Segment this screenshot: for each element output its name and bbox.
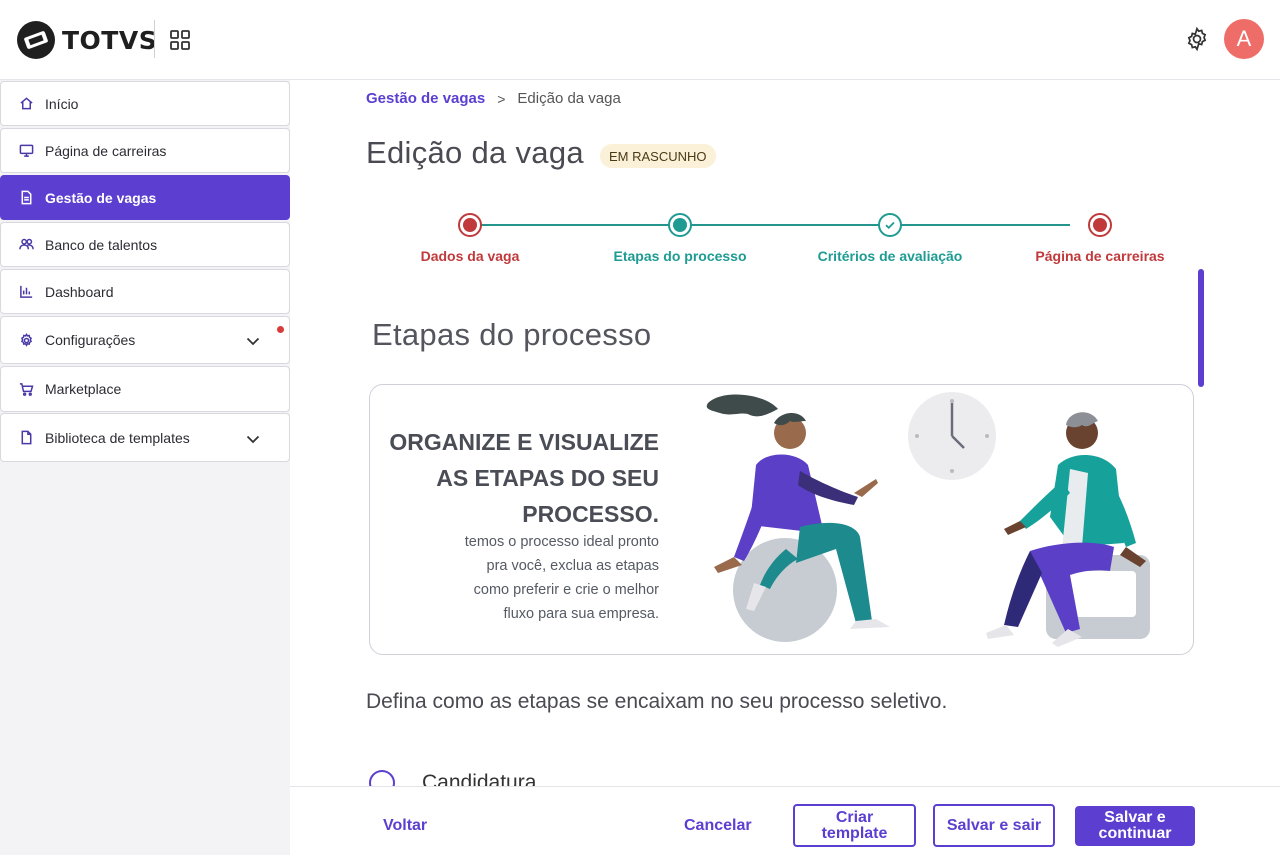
step-node-pagina-carreiras[interactable]	[1088, 213, 1112, 237]
status-badge: EM RASCUNHO	[600, 144, 716, 168]
people-conversation-illustration	[706, 392, 1150, 647]
sidebar-item-gestao-vagas[interactable]: Gestão de vagas	[0, 175, 290, 220]
step-node-criterios-avaliacao[interactable]	[878, 213, 902, 237]
step-label-etapas-processo[interactable]: Etapas do processo	[613, 248, 746, 264]
totvs-logo-mark-icon	[17, 21, 55, 59]
page-title: Edição da vaga	[366, 135, 584, 170]
sidebar-item-label: Marketplace	[45, 381, 122, 397]
sidebar-item-label: Início	[45, 95, 79, 112]
totvs-logo[interactable]: TOTVS	[16, 20, 157, 60]
info-banner: ORGANIZE E VISUALIZE AS ETAPAS DO SEU PR…	[369, 384, 1194, 655]
sidebar-item-label: Configurações	[45, 332, 136, 348]
step-label-dados-vaga[interactable]: Dados da vaga	[421, 248, 520, 264]
sidebar-item-inicio[interactable]: Início	[0, 81, 290, 126]
sidebar-item-banco-talentos[interactable]: Banco de talentos	[0, 222, 290, 267]
gear-icon	[18, 332, 34, 348]
sidebar-item-biblioteca-templates[interactable]: Biblioteca de templates	[0, 413, 290, 462]
sidebar-item-configuracoes[interactable]: Configurações	[0, 316, 290, 364]
stepper-line	[480, 224, 1070, 226]
settings-gear-icon[interactable]	[1184, 26, 1210, 52]
avatar[interactable]: A	[1224, 19, 1264, 59]
sidebar-item-label: Biblioteca de templates	[45, 429, 190, 446]
step-label-criterios-avaliacao[interactable]: Critérios de avaliação	[818, 248, 963, 264]
sidebar-item-label: Página de carreiras	[45, 142, 167, 159]
banner-text-line: temos o processo ideal pronto	[464, 534, 659, 550]
banner-text: temos o processo ideal pronto pra você, …	[370, 530, 659, 626]
sidebar-item-pagina-carreiras[interactable]: Página de carreiras	[0, 128, 290, 173]
banner-text-line: como preferir e crie o melhor	[473, 582, 659, 598]
check-icon	[885, 221, 895, 230]
monitor-icon	[18, 143, 34, 159]
home-icon	[18, 96, 34, 112]
chevron-down-icon[interactable]	[245, 333, 261, 349]
banner-text-line: pra você, exclua as etapas	[486, 558, 660, 574]
notification-dot	[277, 326, 284, 333]
cancel-button[interactable]: Cancelar	[684, 817, 752, 835]
scrollbar-thumb[interactable]	[1198, 269, 1204, 387]
save-exit-button[interactable]: Salvar e sair	[933, 804, 1055, 847]
current-dot	[673, 218, 687, 232]
bar-chart-icon	[18, 284, 34, 300]
divider	[154, 20, 155, 58]
section-title: Etapas do processo	[372, 317, 652, 352]
banner-heading-line: PROCESSO.	[522, 501, 659, 527]
people-icon	[18, 237, 34, 253]
stepper: Dados da vaga Etapas do processo Critéri…	[370, 208, 1200, 268]
create-template-button[interactable]: Criar template	[793, 804, 916, 847]
sidebar-item-label: Dashboard	[45, 283, 114, 300]
footer-action-bar: Voltar Cancelar Criar template Salvar e …	[290, 786, 1280, 855]
top-bar: TOTVS A	[0, 0, 1280, 80]
banner-heading: ORGANIZE E VISUALIZE AS ETAPAS DO SEU PR…	[370, 424, 659, 532]
back-button[interactable]: Voltar	[383, 817, 427, 835]
error-dot	[463, 218, 477, 232]
step-node-etapas-processo[interactable]	[668, 213, 692, 237]
breadcrumb-link-gestao-vagas[interactable]: Gestão de vagas	[366, 90, 485, 107]
cart-icon	[18, 381, 34, 397]
breadcrumb-current: Edição da vaga	[517, 90, 621, 107]
chevron-down-icon[interactable]	[245, 431, 261, 447]
sidebar: Início Página de carreiras Gestão de vag…	[0, 80, 290, 855]
sidebar-item-dashboard[interactable]: Dashboard	[0, 269, 290, 314]
section-description: Defina como as etapas se encaixam no seu…	[366, 690, 948, 713]
breadcrumb: Gestão de vagas > Edição da vaga	[366, 90, 621, 107]
step-node-dados-vaga[interactable]	[458, 213, 482, 237]
breadcrumb-separator: >	[497, 90, 506, 107]
sidebar-item-label: Banco de talentos	[45, 236, 158, 253]
error-dot	[1093, 218, 1107, 232]
apps-grid-icon[interactable]	[168, 28, 192, 52]
sidebar-item-marketplace[interactable]: Marketplace	[0, 366, 290, 412]
file-icon	[18, 430, 34, 446]
banner-text-line: fluxo para sua empresa.	[503, 606, 659, 622]
banner-heading-line: AS ETAPAS DO SEU	[436, 465, 659, 491]
brand-name: TOTVS	[62, 25, 158, 55]
banner-heading-line: ORGANIZE E VISUALIZE	[389, 429, 659, 455]
save-continue-button[interactable]: Salvar e continuar	[1075, 806, 1195, 846]
document-icon	[18, 190, 34, 206]
sidebar-item-label: Gestão de vagas	[45, 189, 157, 206]
step-label-pagina-carreiras[interactable]: Página de carreiras	[1035, 248, 1164, 264]
